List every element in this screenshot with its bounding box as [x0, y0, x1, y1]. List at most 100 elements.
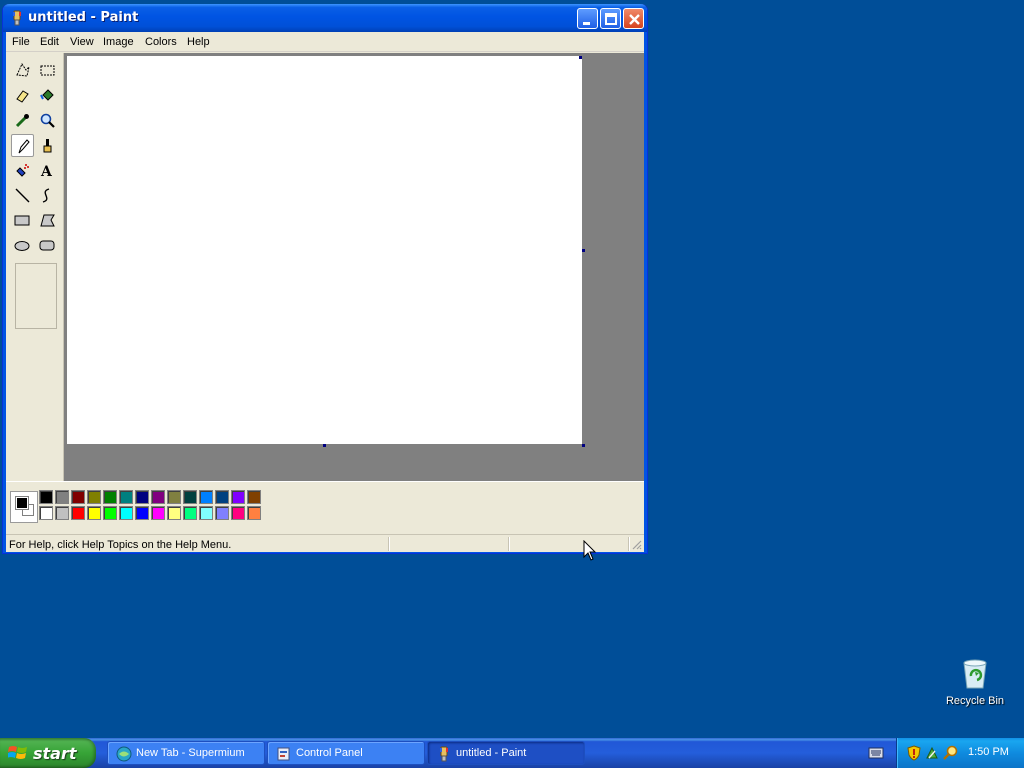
- resize-grip-icon[interactable]: [630, 538, 642, 550]
- recycle-bin[interactable]: Recycle Bin: [940, 656, 1010, 712]
- tool-eraser[interactable]: [11, 84, 34, 107]
- pencil-icon: [18, 139, 30, 154]
- palette-color-swatch[interactable]: [135, 490, 149, 504]
- menu-bar: File Edit View Image Colors Help: [6, 32, 644, 52]
- status-divider: [508, 537, 509, 551]
- resize-handle-right[interactable]: [582, 249, 585, 252]
- tool-ellipse[interactable]: [11, 234, 34, 257]
- palette-color-swatch[interactable]: [39, 506, 53, 520]
- palette-color-swatch[interactable]: [247, 490, 261, 504]
- palette-color-swatch[interactable]: [119, 490, 133, 504]
- tool-magnifier[interactable]: [36, 109, 59, 132]
- palette-color-swatch[interactable]: [247, 506, 261, 520]
- windows-logo-icon: [8, 746, 27, 759]
- polygon-icon: [40, 214, 55, 227]
- network-icon[interactable]: [924, 745, 940, 761]
- browser-icon: [116, 746, 132, 762]
- palette-color-swatch[interactable]: [215, 506, 229, 520]
- tool-line[interactable]: [11, 184, 34, 207]
- tool-text[interactable]: A: [36, 159, 59, 182]
- palette-color-swatch[interactable]: [199, 506, 213, 520]
- palette-color-swatch[interactable]: [231, 490, 245, 504]
- palette-color-swatch[interactable]: [167, 490, 181, 504]
- recycle-bin-label: Recycle Bin: [945, 695, 1005, 707]
- palette-color-swatch[interactable]: [215, 490, 229, 504]
- airbrush-icon: [16, 164, 29, 177]
- tool-rectangle[interactable]: [11, 209, 34, 232]
- maximize-icon: [605, 13, 617, 25]
- resize-handle-bottom-right[interactable]: [582, 444, 585, 447]
- color-palette: [6, 481, 644, 531]
- mouse-cursor-icon: [583, 540, 597, 561]
- palette-color-swatch[interactable]: [39, 490, 53, 504]
- clock[interactable]: 1:50 PM: [968, 746, 1009, 758]
- status-divider: [388, 537, 389, 551]
- keyboard-icon[interactable]: [868, 746, 884, 760]
- search-icon[interactable]: [943, 745, 959, 761]
- palette-color-swatch[interactable]: [55, 490, 69, 504]
- tool-pencil[interactable]: [11, 134, 34, 157]
- tool-rounded-rectangle[interactable]: [36, 234, 59, 257]
- eyedropper-icon: [15, 114, 29, 128]
- status-text: For Help, click Help Topics on the Help …: [9, 539, 232, 551]
- resize-handle-top-right[interactable]: [579, 56, 582, 59]
- palette-color-swatch[interactable]: [183, 506, 197, 520]
- start-button[interactable]: start: [0, 738, 96, 768]
- palette-color-swatch[interactable]: [151, 506, 165, 520]
- menu-image[interactable]: Image: [103, 36, 134, 48]
- tool-fill[interactable]: [36, 84, 59, 107]
- drawing-canvas[interactable]: [67, 56, 582, 444]
- text-icon: A: [40, 164, 53, 179]
- palette-color-swatch[interactable]: [135, 506, 149, 520]
- maximize-button[interactable]: [600, 8, 621, 29]
- title-bar[interactable]: untitled - Paint: [3, 4, 647, 32]
- palette-color-swatch[interactable]: [87, 490, 101, 504]
- menu-colors[interactable]: Colors: [145, 36, 177, 48]
- palette-color-swatch[interactable]: [71, 490, 85, 504]
- tool-pick-color[interactable]: [11, 109, 34, 132]
- resize-handle-bottom[interactable]: [323, 444, 326, 447]
- security-shield-icon[interactable]: [907, 745, 921, 761]
- taskbar-button-supermium[interactable]: New Tab - Supermium: [107, 741, 265, 765]
- menu-view[interactable]: View: [70, 36, 94, 48]
- menu-file[interactable]: File: [12, 36, 30, 48]
- tool-select[interactable]: [36, 59, 59, 82]
- taskbar-button-paint[interactable]: untitled - Paint: [427, 741, 585, 765]
- palette-color-swatch[interactable]: [103, 490, 117, 504]
- minimize-button[interactable]: [577, 8, 598, 29]
- window-title: untitled - Paint: [28, 10, 139, 25]
- palette-color-swatch[interactable]: [167, 506, 181, 520]
- palette-color-swatch[interactable]: [199, 490, 213, 504]
- system-tray: 1:50 PM: [896, 738, 1024, 768]
- tool-free-form-select[interactable]: [11, 59, 34, 82]
- tool-polygon[interactable]: [36, 209, 59, 232]
- tool-curve[interactable]: [36, 184, 59, 207]
- rectangle-icon: [14, 215, 30, 226]
- rect-select-icon: [40, 65, 55, 76]
- tool-airbrush[interactable]: [11, 159, 34, 182]
- palette-color-swatch[interactable]: [183, 490, 197, 504]
- brush-icon: [43, 139, 52, 153]
- palette-color-swatch[interactable]: [151, 490, 165, 504]
- palette-color-swatch[interactable]: [231, 506, 245, 520]
- close-button[interactable]: [623, 8, 644, 29]
- minimize-icon: [583, 22, 590, 25]
- canvas-area: [64, 53, 644, 481]
- ellipse-icon: [14, 241, 30, 251]
- paint-app-icon: [13, 10, 21, 26]
- tool-brush[interactable]: [36, 134, 59, 157]
- free-select-icon: [16, 62, 30, 77]
- menu-edit[interactable]: Edit: [40, 36, 59, 48]
- palette-color-swatch[interactable]: [71, 506, 85, 520]
- svg-text:A: A: [40, 164, 53, 179]
- menu-help[interactable]: Help: [187, 36, 210, 48]
- tool-options-box[interactable]: [15, 263, 57, 329]
- recycle-bin-icon: [963, 659, 987, 689]
- palette-color-swatch[interactable]: [87, 506, 101, 520]
- palette-color-swatch[interactable]: [119, 506, 133, 520]
- current-colors[interactable]: [10, 491, 38, 523]
- taskbar-button-control-panel[interactable]: Control Panel: [267, 741, 425, 765]
- palette-color-swatch[interactable]: [55, 506, 69, 520]
- curve-icon: [42, 188, 50, 203]
- palette-color-swatch[interactable]: [103, 506, 117, 520]
